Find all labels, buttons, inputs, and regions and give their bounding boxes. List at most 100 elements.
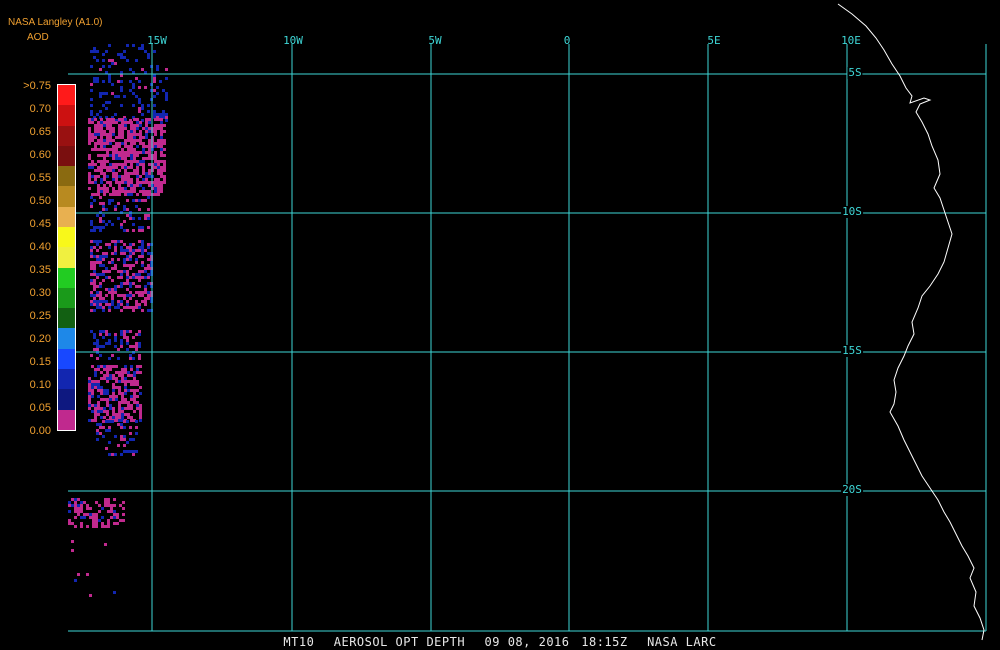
coastline <box>837 3 985 641</box>
aod-pixel <box>121 410 124 413</box>
aod-pixel <box>88 181 91 184</box>
aod-pixel <box>139 181 142 184</box>
aod-pixel <box>118 187 121 190</box>
aod-pixel <box>147 226 150 229</box>
aod-pixel <box>121 166 124 169</box>
aod-pixel <box>147 214 150 217</box>
aod-pixel <box>129 354 132 357</box>
aod-pixel <box>124 142 127 145</box>
aod-pixel <box>108 80 111 83</box>
aod-pixel <box>103 193 106 196</box>
aod-pixel <box>97 130 100 133</box>
aod-pixel <box>91 166 94 169</box>
aod-pixel <box>145 136 148 139</box>
aod-pixel <box>112 166 115 169</box>
aod-pixel <box>101 525 104 528</box>
aod-pixel <box>163 130 166 133</box>
aod-pixel <box>106 151 109 154</box>
aod-pixel <box>99 426 102 429</box>
aod-pixel <box>133 169 136 172</box>
aod-pixel <box>127 175 130 178</box>
aod-pixel <box>88 389 91 392</box>
aod-pixel <box>118 124 121 127</box>
aod-pixel <box>127 380 130 383</box>
aod-pixel <box>135 291 138 294</box>
aod-pixel <box>120 423 123 426</box>
aod-pixel <box>117 276 120 279</box>
aod-pixel <box>129 432 132 435</box>
aod-pixel <box>144 217 147 220</box>
aod-pixel <box>157 127 160 130</box>
aod-pixel <box>129 243 132 246</box>
aod-pixel <box>102 53 105 56</box>
aod-pixel <box>97 401 100 404</box>
aod-pixel <box>142 148 145 151</box>
aod-pixel <box>156 68 159 71</box>
aod-pixel <box>108 441 111 444</box>
aod-pixel <box>111 453 114 456</box>
aod-pixel <box>141 300 144 303</box>
aod-pixel <box>138 226 141 229</box>
aod-pixel <box>115 121 118 124</box>
aod-pixel <box>96 438 99 441</box>
aod-pixel <box>108 420 111 423</box>
aod-pixel <box>148 127 151 130</box>
aod-pixel <box>101 522 104 525</box>
aod-pixel <box>93 294 96 297</box>
aod-pixel <box>88 407 91 410</box>
aod-pixel <box>136 175 139 178</box>
aod-pixel <box>154 127 157 130</box>
aod-pixel <box>80 525 83 528</box>
aod-pixel <box>133 148 136 151</box>
aod-pixel <box>86 507 89 510</box>
aod-pixel <box>105 107 108 110</box>
aod-pixel <box>100 172 103 175</box>
aod-pixel <box>163 148 166 151</box>
aod-pixel <box>127 136 130 139</box>
aod-pixel <box>136 389 139 392</box>
aod-pixel <box>142 169 145 172</box>
aod-pixel <box>96 306 99 309</box>
aod-pixel <box>92 525 95 528</box>
aod-pixel <box>90 104 93 107</box>
footer-agency: NASA LARC <box>647 635 717 649</box>
aod-pixel <box>116 513 119 516</box>
aod-pixel <box>100 392 103 395</box>
aod-pixel <box>112 365 115 368</box>
aod-pixel <box>94 413 97 416</box>
aod-pixel <box>107 510 110 513</box>
aod-pixel <box>139 386 142 389</box>
aod-pixel <box>130 124 133 127</box>
aod-pixel <box>105 92 108 95</box>
aod-pixel <box>106 374 109 377</box>
aod-pixel <box>114 249 117 252</box>
aod-pixel <box>91 118 94 121</box>
aod-pixel <box>112 154 115 157</box>
aod-pixel <box>118 416 121 419</box>
aod-pixel <box>90 223 93 226</box>
aod-pixel <box>117 294 120 297</box>
aod-pixel <box>118 413 121 416</box>
aod-pixel <box>102 345 105 348</box>
aod-pixel <box>97 169 100 172</box>
aod-pixel <box>115 151 118 154</box>
aod-pixel <box>94 118 97 121</box>
aod-pixel <box>90 294 93 297</box>
aod-pixel <box>129 249 132 252</box>
aod-pixel <box>91 163 94 166</box>
aod-pixel <box>129 282 132 285</box>
aod-pixel <box>112 416 115 419</box>
aod-pixel <box>100 130 103 133</box>
aod-pixel <box>135 276 138 279</box>
aod-pixel <box>106 371 109 374</box>
aod-pixel <box>100 142 103 145</box>
aod-pixel <box>109 142 112 145</box>
aod-pixel <box>133 136 136 139</box>
aod-pixel <box>93 279 96 282</box>
aod-pixel <box>141 255 144 258</box>
aod-pixel <box>142 193 145 196</box>
aod-pixel <box>112 163 115 166</box>
aod-pixel <box>160 175 163 178</box>
aod-pixel <box>90 220 93 223</box>
aod-pixel <box>142 181 145 184</box>
